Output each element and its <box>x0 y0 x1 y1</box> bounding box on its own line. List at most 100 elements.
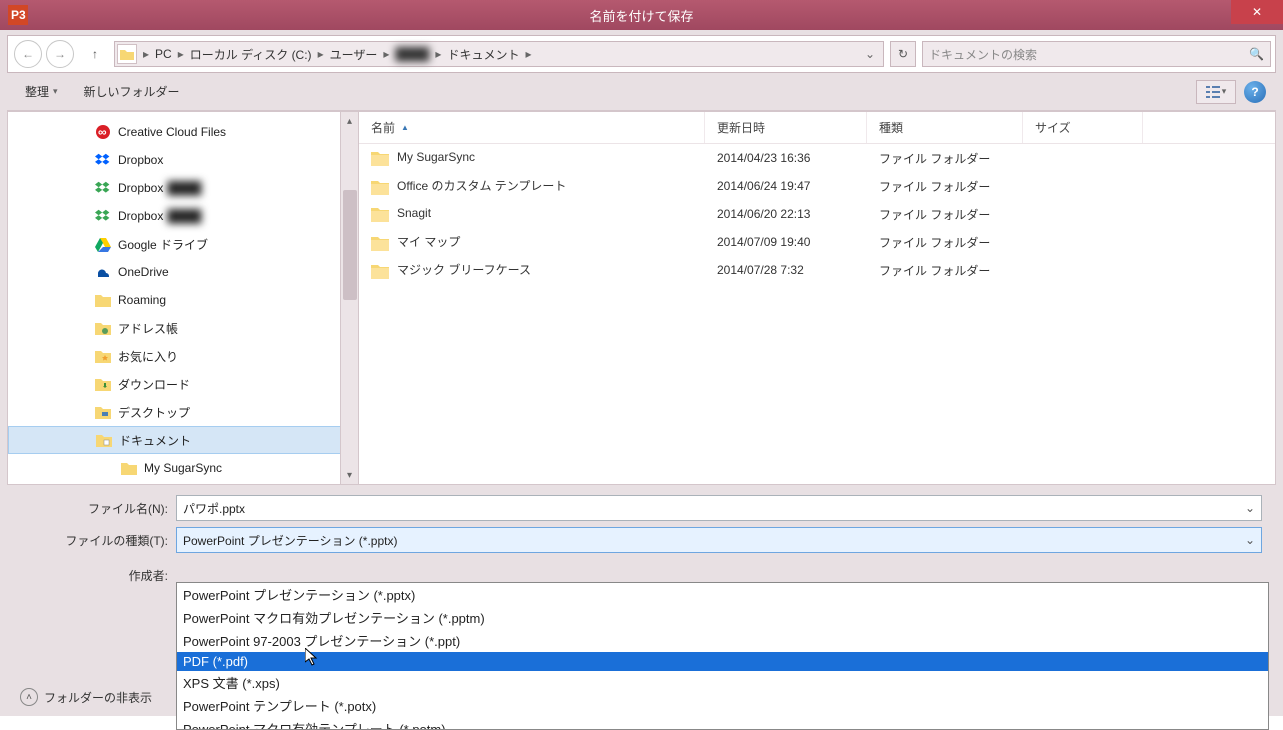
filetype-option[interactable]: XPS 文書 (*.xps) <box>177 671 1268 694</box>
new-folder-button[interactable]: 新しいフォルダー <box>76 79 188 104</box>
doc-icon <box>95 431 113 449</box>
file-list[interactable]: 名前 更新日時 種類 サイズ My SugarSync2014/04/23 16… <box>359 111 1276 485</box>
addr-icon <box>94 319 112 337</box>
tree-item[interactable]: OneDrive <box>8 258 358 286</box>
scroll-up-icon[interactable]: ▴ <box>341 112 358 130</box>
tree-item[interactable]: Dropbox████ <box>8 174 358 202</box>
content-split: ∞Creative Cloud Files Dropbox Dropbox████D… <box>7 111 1276 485</box>
column-name[interactable]: 名前 <box>359 112 705 143</box>
tree-item[interactable]: デスクトップ <box>8 398 358 426</box>
close-button[interactable]: ✕ <box>1231 0 1283 24</box>
filetype-option[interactable]: PowerPoint テンプレート (*.potx) <box>177 694 1268 717</box>
tree-item-label: Creative Cloud Files <box>118 125 226 139</box>
chevron-right-icon: ▸ <box>176 47 186 61</box>
hide-folders-button[interactable]: ˄ フォルダーの非表示 <box>20 688 152 706</box>
tree-item-label: Roaming <box>118 293 166 307</box>
file-row[interactable]: Snagit2014/06/20 22:13ファイル フォルダー <box>359 200 1275 228</box>
tree-item[interactable]: ダウンロード <box>8 370 358 398</box>
file-date: 2014/04/23 16:36 <box>705 151 867 165</box>
chevron-down-icon: ▾ <box>53 86 58 97</box>
file-row[interactable]: Office のカスタム テンプレート2014/06/24 19:47ファイル … <box>359 172 1275 200</box>
column-date[interactable]: 更新日時 <box>705 112 867 143</box>
file-type: ファイル フォルダー <box>867 262 1023 279</box>
filetype-dropdown-list[interactable]: PowerPoint プレゼンテーション (*.pptx)PowerPoint … <box>176 582 1269 730</box>
arrow-up-icon: ↑ <box>92 47 98 61</box>
tree-item-label: ダウンロード <box>118 376 190 393</box>
file-name: マイ マップ <box>359 233 705 251</box>
file-date: 2014/07/09 19:40 <box>705 235 867 249</box>
breadcrumb-dropdown[interactable]: ⌄ <box>859 47 881 61</box>
tree-item[interactable]: ドキュメント <box>8 426 358 454</box>
titlebar: P3 名前を付けて保存 ✕ <box>0 0 1283 30</box>
file-row[interactable]: My SugarSync2014/04/23 16:36ファイル フォルダー <box>359 144 1275 172</box>
filetype-option[interactable]: PowerPoint 97-2003 プレゼンテーション (*.ppt) <box>177 629 1268 652</box>
back-button[interactable]: ← <box>14 40 42 68</box>
forward-button[interactable]: → <box>46 40 74 68</box>
new-folder-label: 新しいフォルダー <box>84 83 180 100</box>
filename-input[interactable]: パワポ.pptx ⌄ <box>176 495 1262 521</box>
chevron-right-icon: ▸ <box>381 47 391 61</box>
navigation-bar: ← → ↑ ▸ PC ▸ ローカル ディスク (C:) ▸ ユーザー ▸ ███… <box>7 35 1276 73</box>
refresh-button[interactable]: ↻ <box>890 41 916 67</box>
tree-item[interactable]: Office のカスタム テンプレート <box>8 482 358 485</box>
folder-icon <box>371 179 389 195</box>
organize-button[interactable]: 整理 ▾ <box>17 79 66 104</box>
breadcrumb-seg[interactable]: ユーザー <box>326 42 382 66</box>
dl-icon <box>94 375 112 393</box>
file-name: My SugarSync <box>359 150 705 166</box>
chevron-right-icon: ▸ <box>141 47 151 61</box>
filetype-select[interactable]: PowerPoint プレゼンテーション (*.pptx) ⌄ <box>176 527 1262 553</box>
view-options-button[interactable]: ▾ <box>1196 80 1236 104</box>
file-row[interactable]: マジック ブリーフケース2014/07/28 7:32ファイル フォルダー <box>359 256 1275 284</box>
tree-item-label: Dropbox <box>118 153 163 167</box>
tree-item-label: My SugarSync <box>144 461 222 475</box>
tree-item[interactable]: ∞Creative Cloud Files <box>8 118 358 146</box>
chevron-down-icon[interactable]: ⌄ <box>1245 533 1255 547</box>
dropbox-g-icon <box>94 207 112 225</box>
file-type: ファイル フォルダー <box>867 178 1023 195</box>
tree-item[interactable]: Google ドライブ <box>8 230 358 258</box>
tree-item[interactable]: お気に入り <box>8 342 358 370</box>
tree-item-label: Google ドライブ <box>118 236 208 253</box>
fav-icon <box>94 347 112 365</box>
gdrive-icon <box>94 235 112 253</box>
file-date: 2014/06/24 19:47 <box>705 179 867 193</box>
scroll-down-icon[interactable]: ▾ <box>341 466 358 484</box>
filename-value: パワポ.pptx <box>183 500 245 517</box>
tree-item[interactable]: Dropbox████ <box>8 202 358 230</box>
breadcrumb-seg[interactable]: ドキュメント <box>443 42 523 66</box>
tree-item-label: Office のカスタム テンプレート <box>144 482 313 485</box>
up-button[interactable]: ↑ <box>84 43 106 65</box>
breadcrumb-seg[interactable]: ローカル ディスク (C:) <box>186 42 316 66</box>
filetype-option[interactable]: PDF (*.pdf) <box>177 652 1268 671</box>
chevron-down-icon[interactable]: ⌄ <box>1245 501 1255 515</box>
file-type: ファイル フォルダー <box>867 150 1023 167</box>
file-date: 2014/06/20 22:13 <box>705 207 867 221</box>
filetype-option[interactable]: PowerPoint マクロ有効プレゼンテーション (*.pptm) <box>177 606 1268 629</box>
folder-icon <box>371 150 389 166</box>
breadcrumb-seg[interactable]: ████ <box>391 42 433 66</box>
filetype-option[interactable]: PowerPoint マクロ有効テンプレート (*.potm) <box>177 717 1268 729</box>
chevron-right-icon: ▸ <box>523 47 533 61</box>
tree-item[interactable]: My SugarSync <box>8 454 358 482</box>
scrollbar[interactable]: ▴ ▾ <box>340 112 358 484</box>
tree-item[interactable]: Dropbox <box>8 146 358 174</box>
folder-icon <box>94 291 112 309</box>
tree-item[interactable]: アドレス帳 <box>8 314 358 342</box>
column-size[interactable]: サイズ <box>1023 112 1143 143</box>
filetype-option[interactable]: PowerPoint プレゼンテーション (*.pptx) <box>177 583 1268 606</box>
tree-item[interactable]: Roaming <box>8 286 358 314</box>
breadcrumb[interactable]: ▸ PC ▸ ローカル ディスク (C:) ▸ ユーザー ▸ ████ ▸ ドキ… <box>114 41 884 67</box>
folder-tree[interactable]: ∞Creative Cloud Files Dropbox Dropbox████D… <box>7 111 359 485</box>
scroll-thumb[interactable] <box>343 190 357 300</box>
search-input[interactable]: ドキュメントの検索 🔍 <box>922 41 1271 67</box>
dropbox-g-icon <box>94 179 112 197</box>
dropbox-icon <box>94 151 112 169</box>
column-type[interactable]: 種類 <box>867 112 1023 143</box>
tree-item-label: アドレス帳 <box>118 320 178 337</box>
arrow-left-icon: ← <box>22 47 34 61</box>
file-row[interactable]: マイ マップ2014/07/09 19:40ファイル フォルダー <box>359 228 1275 256</box>
breadcrumb-seg[interactable]: PC <box>151 42 176 66</box>
help-button[interactable]: ? <box>1244 81 1266 103</box>
folder-icon <box>117 44 137 64</box>
